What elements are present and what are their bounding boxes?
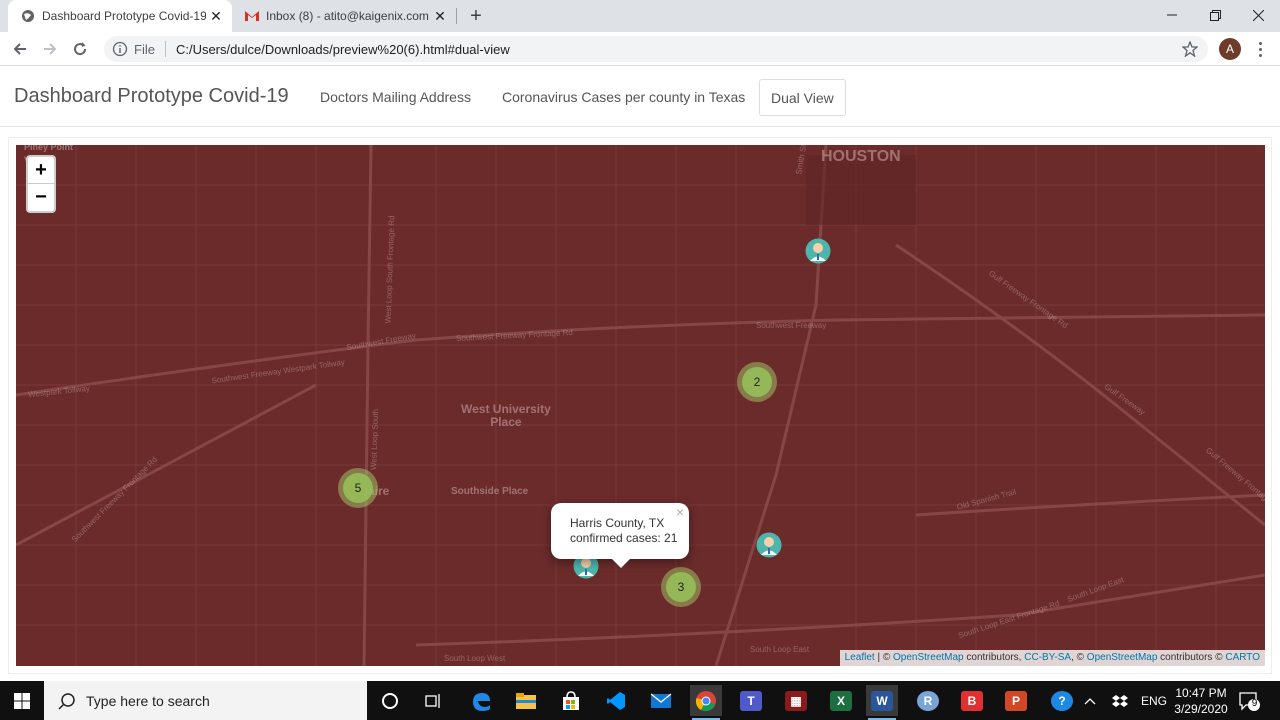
- url-text[interactable]: C:/Users/dulce/Downloads/preview%20(6).h…: [176, 42, 510, 57]
- browser-tab-strip: Dashboard Prototype Covid-19 ✕ Inbox (8)…: [0, 0, 1280, 32]
- county-popup: × Harris County, TX confirmed cases: 21: [551, 503, 689, 568]
- powerpoint-icon[interactable]: P: [1000, 685, 1032, 716]
- omnibox-divider: [164, 41, 166, 57]
- zoom-out-button[interactable]: −: [28, 184, 54, 211]
- app-navbar: Dashboard Prototype Covid-19 Doctors Mai…: [0, 67, 1280, 127]
- show-hidden-icons-chevron-icon[interactable]: [1084, 681, 1096, 720]
- zoom-control: + −: [26, 155, 56, 213]
- notification-center-icon[interactable]: 9: [1238, 691, 1260, 711]
- street-label: South Loop West: [444, 654, 506, 663]
- chrome-icon[interactable]: [690, 685, 722, 720]
- edge-icon[interactable]: [465, 685, 497, 716]
- excel-icon[interactable]: X: [825, 685, 857, 716]
- close-tab-icon[interactable]: ✕: [430, 6, 450, 26]
- windows-taskbar: Type here to search T ▦ X W R B P ? ENG …: [0, 681, 1280, 720]
- cortana-icon[interactable]: [374, 685, 406, 716]
- menu-kebab-icon[interactable]: [1252, 40, 1268, 58]
- doctor-marker-icon[interactable]: [805, 238, 831, 264]
- address-bar[interactable]: File C:/Users/dulce/Downloads/preview%20…: [104, 36, 1208, 62]
- street-label: Southwest Freeway: [756, 321, 827, 330]
- new-tab-plus-icon[interactable]: +: [466, 5, 486, 27]
- dropbox-icon[interactable]: [1112, 681, 1128, 720]
- tab-title: Inbox (8) - atito@kaigenix.com -: [266, 9, 430, 23]
- profile-avatar[interactable]: A: [1219, 38, 1241, 60]
- search-icon: [58, 692, 75, 710]
- close-window-icon[interactable]: [1236, 0, 1280, 30]
- word-icon[interactable]: W: [866, 685, 898, 720]
- place-label-southside: Southside Place: [451, 486, 529, 497]
- reload-icon[interactable]: [68, 37, 92, 61]
- bookmark-star-icon[interactable]: [1182, 41, 1198, 57]
- osm-link[interactable]: OpenStreetMap: [893, 652, 964, 663]
- b-app-icon[interactable]: B: [956, 685, 988, 716]
- r-app-icon[interactable]: R: [912, 685, 944, 716]
- mail-icon[interactable]: [645, 685, 677, 716]
- restore-icon[interactable]: [1193, 0, 1237, 30]
- browser-toolbar: File C:/Users/dulce/Downloads/preview%20…: [0, 32, 1280, 66]
- place-label-west-university: West University Place: [461, 402, 551, 429]
- map-tiles: [16, 145, 1265, 666]
- place-label-houston: HOUSTON: [821, 148, 901, 165]
- teams-icon[interactable]: T: [735, 685, 767, 716]
- cluster-marker[interactable]: 3: [661, 567, 701, 607]
- tab-gmail-inbox[interactable]: Inbox (8) - atito@kaigenix.com - ✕: [232, 0, 456, 32]
- file-scheme-label: File: [134, 41, 155, 57]
- search-placeholder: Type here to search: [86, 692, 210, 709]
- forward-arrow-icon[interactable]: [38, 37, 62, 61]
- notification-count: 9: [1251, 698, 1258, 709]
- globe-icon: [20, 8, 36, 24]
- vscode-icon[interactable]: [600, 685, 632, 716]
- nav-doctors-mailing-address[interactable]: Doctors Mailing Address: [320, 89, 471, 105]
- doctor-marker-icon[interactable]: [756, 532, 782, 558]
- street-label: South Loop East: [750, 645, 810, 654]
- store-icon[interactable]: [555, 685, 587, 716]
- cluster-marker[interactable]: 5: [338, 468, 378, 508]
- nav-coronavirus-cases[interactable]: Coronavirus Cases per county in Texas: [502, 89, 745, 105]
- system-clock[interactable]: 10:47 PM 3/29/2020: [1168, 685, 1234, 717]
- close-tab-icon[interactable]: ✕: [206, 6, 226, 26]
- cluster-marker[interactable]: 2: [737, 362, 777, 402]
- popup-county: Harris County, TX: [570, 516, 665, 530]
- popup-cases: confirmed cases: 21: [570, 531, 678, 545]
- task-view-icon[interactable]: [418, 685, 450, 716]
- taskbar-search-input[interactable]: Type here to search: [44, 681, 367, 720]
- file-explorer-icon[interactable]: [510, 685, 542, 716]
- minimize-icon[interactable]: [1150, 0, 1194, 30]
- popup-tip: [611, 558, 631, 568]
- cc-link[interactable]: CC-BY-SA: [1024, 652, 1071, 663]
- tab-title: Dashboard Prototype Covid-19: [42, 9, 206, 23]
- tab-dashboard[interactable]: Dashboard Prototype Covid-19 ✕: [8, 0, 232, 32]
- app-brand[interactable]: Dashboard Prototype Covid-19: [14, 85, 289, 108]
- nav-dual-view[interactable]: Dual View: [759, 79, 846, 116]
- popup-close-icon[interactable]: ×: [676, 505, 684, 520]
- osm-link[interactable]: OpenStreetMap: [1087, 652, 1158, 663]
- map-attribution: Leaflet | © OpenStreetMap contributors, …: [839, 650, 1265, 666]
- carto-link[interactable]: CARTO: [1225, 652, 1260, 663]
- gmail-icon: [244, 8, 260, 24]
- tab-divider: [456, 8, 457, 24]
- archive-app-icon[interactable]: ▦: [780, 685, 812, 716]
- map[interactable]: HOUSTON West University Place Southside …: [16, 145, 1265, 666]
- leaflet-link[interactable]: Leaflet: [845, 652, 875, 663]
- zoom-in-button[interactable]: +: [28, 157, 54, 184]
- language-indicator[interactable]: ENG: [1141, 681, 1167, 720]
- windows-start-icon[interactable]: [0, 681, 44, 720]
- help-icon[interactable]: ?: [1046, 685, 1078, 716]
- back-arrow-icon[interactable]: [8, 37, 32, 61]
- info-icon[interactable]: [112, 41, 128, 57]
